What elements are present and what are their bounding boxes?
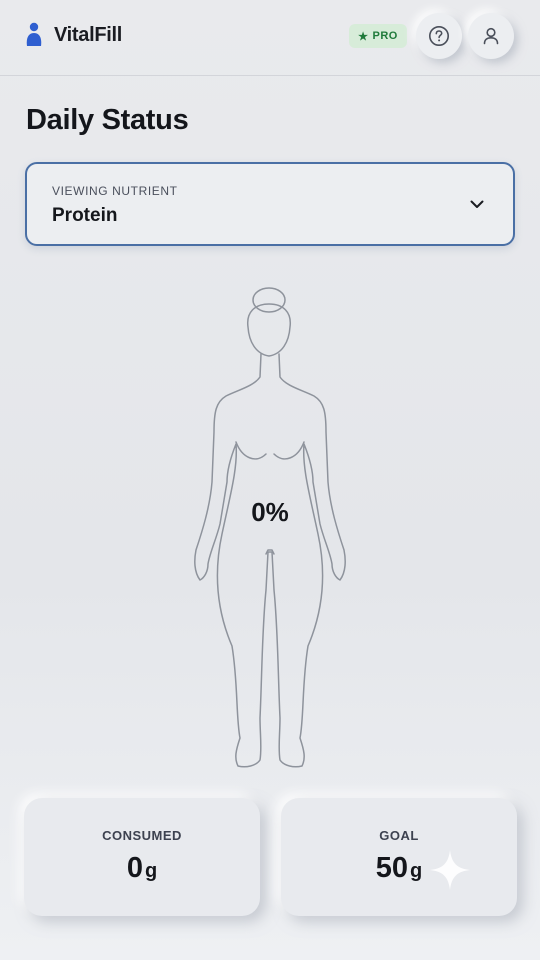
goal-unit: g xyxy=(410,860,423,882)
app-name: VitalFill xyxy=(54,23,123,46)
chest-line xyxy=(235,441,267,460)
user-profile-button[interactable] xyxy=(468,13,514,59)
app-logo[interactable]: VitalFill xyxy=(24,22,122,48)
help-circle-icon xyxy=(429,26,449,46)
consumed-amount: 0 xyxy=(126,852,143,884)
goal-label: GOAL xyxy=(379,828,419,843)
pro-badge-label: PRO xyxy=(372,30,398,42)
body-outline xyxy=(194,353,346,768)
chest-line xyxy=(273,441,305,460)
person-logo-icon xyxy=(26,22,42,46)
star-icon: ★ xyxy=(358,30,369,43)
nutrient-selector-caption: VIEWING NUTRIENT xyxy=(52,184,178,198)
sparkle-icon xyxy=(430,850,470,890)
fill-percentage: 0% xyxy=(251,497,289,527)
user-icon xyxy=(483,27,499,45)
chevron-down-icon xyxy=(470,200,484,208)
top-bar: VitalFill ★ PRO xyxy=(0,0,540,76)
goal-card[interactable]: GOAL 50 g xyxy=(281,798,517,916)
page-title: Daily Status xyxy=(26,104,189,136)
help-button[interactable] xyxy=(416,13,462,59)
hair-bun xyxy=(252,287,286,313)
consumed-card: CONSUMED 0g xyxy=(24,798,260,916)
nutrient-selector[interactable]: VIEWING NUTRIENT Protein xyxy=(25,162,515,246)
pro-badge[interactable]: ★ PRO xyxy=(349,24,407,48)
consumed-value: 0g xyxy=(24,852,260,885)
nutrient-selector-value: Protein xyxy=(52,205,118,226)
consumed-label: CONSUMED xyxy=(102,828,182,843)
consumed-unit: g xyxy=(144,860,158,882)
goal-value: 50 g xyxy=(281,852,517,885)
goal-amount: 50 xyxy=(375,852,409,884)
